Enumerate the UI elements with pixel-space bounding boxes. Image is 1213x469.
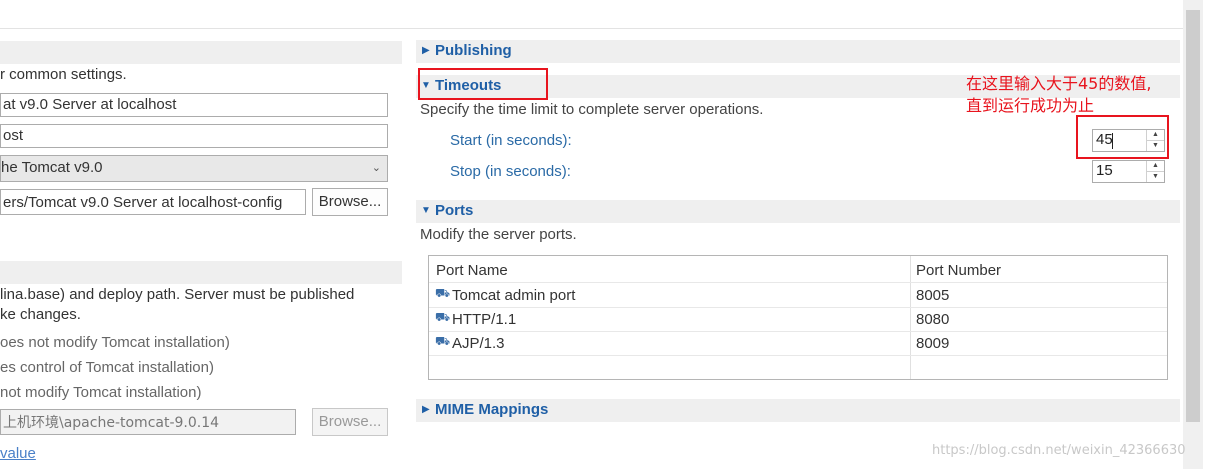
stop-timeout-label: Stop (in seconds): — [450, 163, 571, 180]
timeouts-highlight-box — [418, 68, 548, 100]
publishing-section-header[interactable] — [416, 40, 1180, 63]
port-icon: ⛟ — [435, 310, 451, 324]
server-name-field[interactable]: at v9.0 Server at localhost — [0, 93, 388, 117]
annotation-line1: 在这里输入大于45的数值, — [966, 74, 1152, 93]
port-number[interactable]: 8080 — [916, 311, 949, 328]
port-number[interactable]: 8009 — [916, 335, 949, 352]
locations-description-line1: lina.base) and deploy path. Server must … — [0, 286, 355, 303]
port-name: Tomcat admin port — [452, 287, 576, 304]
port-name: HTTP/1.1 — [452, 311, 517, 328]
runtime-environment-select[interactable]: he Tomcat v9.0 ⌄ — [0, 155, 388, 182]
stop-spinner-buttons[interactable]: ▲ ▼ — [1146, 161, 1164, 182]
row-divider — [429, 355, 1167, 356]
ports-description: Modify the server ports. — [420, 226, 577, 243]
start-timeout-label: Start (in seconds): — [450, 132, 572, 149]
runtime-environment-value: he Tomcat v9.0 — [1, 159, 103, 176]
spin-down-icon[interactable]: ▼ — [1147, 172, 1164, 183]
ports-title[interactable]: Ports — [435, 202, 473, 219]
table-row[interactable]: ⛟ AJP/1.3 8009 — [429, 332, 1167, 355]
top-bar — [0, 0, 1183, 29]
locations-description-line2: ke changes. — [0, 306, 81, 323]
host-name-field[interactable]: ost — [0, 124, 388, 148]
radio-tomcat-installation[interactable]: es control of Tomcat installation) — [0, 359, 214, 376]
right-edge — [1203, 0, 1213, 469]
table-row[interactable]: ⛟ HTTP/1.1 8080 — [429, 308, 1167, 331]
mime-mappings-title[interactable]: MIME Mappings — [435, 401, 548, 418]
column-header-port-name[interactable]: Port Name — [436, 262, 508, 279]
publishing-title[interactable]: Publishing — [435, 42, 512, 59]
general-section-header[interactable] — [0, 41, 402, 64]
table-row[interactable]: ⛟ Tomcat admin port 8005 — [429, 283, 1167, 307]
configuration-path-field[interactable]: ers/Tomcat v9.0 Server at localhost-conf… — [0, 189, 306, 215]
watermark: https://blog.csdn.net/weixin_42366630 — [932, 443, 1186, 458]
stop-timeout-value[interactable]: 15 — [1096, 161, 1113, 181]
port-number[interactable]: 8005 — [916, 287, 949, 304]
triangle-right-icon[interactable]: ▶ — [422, 404, 430, 415]
browse-config-button[interactable]: Browse... — [312, 188, 388, 216]
port-icon: ⛟ — [435, 286, 451, 300]
ports-table[interactable]: Port Name Port Number ⛟ Tomcat admin por… — [428, 255, 1168, 380]
ports-section-header[interactable] — [416, 200, 1180, 223]
general-description: r common settings. — [0, 66, 127, 83]
server-locations-section-header[interactable] — [0, 261, 402, 284]
port-name: AJP/1.3 — [452, 335, 505, 352]
stop-timeout-spinner[interactable]: 15 ▲ ▼ — [1092, 160, 1165, 183]
chevron-down-icon[interactable]: ⌄ — [372, 156, 381, 180]
scrollbar-thumb[interactable] — [1186, 10, 1200, 422]
annotation-line2: 直到运行成功为止 — [966, 96, 1095, 115]
radio-workspace-metadata[interactable]: oes not modify Tomcat installation) — [0, 334, 230, 351]
triangle-down-icon[interactable]: ▼ — [421, 205, 431, 216]
browse-server-path-button[interactable]: Browse... — [312, 408, 388, 436]
server-path-field[interactable]: 上机环境\apache-tomcat-9.0.14 — [0, 409, 296, 435]
radio-custom-location[interactable]: not modify Tomcat installation) — [0, 384, 201, 401]
set-default-link[interactable]: value — [0, 445, 36, 462]
port-icon: ⛟ — [435, 334, 451, 348]
triangle-right-icon[interactable]: ▶ — [422, 45, 430, 56]
column-header-port-number[interactable]: Port Number — [916, 262, 1001, 279]
start-value-highlight-box — [1076, 115, 1169, 159]
timeouts-description: Specify the time limit to complete serve… — [420, 101, 764, 118]
spin-up-icon[interactable]: ▲ — [1147, 161, 1164, 172]
